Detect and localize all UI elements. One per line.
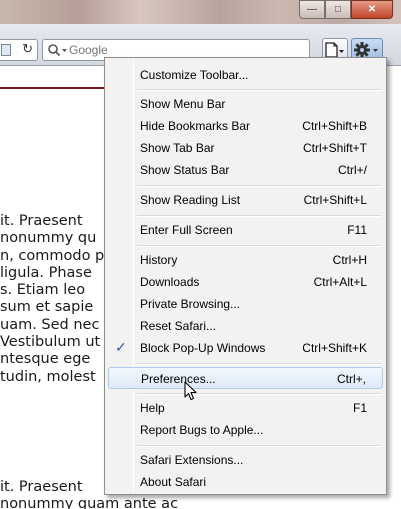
menu-item-label: Enter Full Screen [140,223,233,237]
close-button[interactable]: ✕ [351,0,393,19]
window-titlebar: — □ ✕ [0,0,401,24]
text-line: tudin, molest [0,368,96,385]
menu-item-reset-safari[interactable]: Reset Safari... [108,315,383,337]
menu-item-shortcut: Ctrl+Shift+K [302,341,367,355]
menu-item-shortcut: Ctrl+Shift+L [303,193,367,207]
menu-item-shortcut: Ctrl+H [332,253,367,267]
settings-dropdown-menu: Customize Toolbar... Show Menu Bar Hide … [104,57,387,495]
menu-item-hide-bookmarks-bar[interactable]: Hide Bookmarks Bar Ctrl+Shift+B [108,115,383,137]
menu-separator [137,215,381,217]
reload-icon[interactable]: ↻ [22,41,33,57]
menu-item-label: Show Status Bar [140,163,230,177]
menu-item-customize-toolbar[interactable]: Customize Toolbar... [108,64,383,86]
text-line: it. Praesent [0,213,83,229]
menu-item-shortcut: F1 [352,401,367,415]
menu-item-shortcut: Ctrl+, [336,372,366,386]
menu-item-label: Downloads [140,275,200,289]
menu-item-label: History [140,253,178,267]
menu-item-private-browsing[interactable]: Private Browsing... [108,293,383,315]
text-line: n, commodo p [0,247,105,264]
menu-item-label: Show Reading List [140,193,241,207]
menu-item-label: Hide Bookmarks Bar [140,119,251,133]
menu-item-label: Reset Safari... [140,319,217,333]
menu-item-label: Report Bugs to Apple... [140,423,264,437]
menu-item-label: Safari Extensions... [140,453,244,467]
menu-item-label: Block Pop-Up Windows [140,341,266,355]
menu-item-show-menu-bar[interactable]: Show Menu Bar [108,93,383,115]
text-line: uam. Sed nec [0,316,100,333]
menu-separator [137,445,381,447]
menu-item-preferences[interactable]: Preferences... Ctrl+, [108,367,383,389]
window-controls: — □ ✕ [299,0,393,19]
search-input[interactable] [69,42,299,58]
text-line: nonummy qu [0,230,97,247]
checkmark-icon: ✓ [115,339,127,355]
menu-separator [137,89,381,91]
page-paragraph: it. Praesent nonummy qu n, commodo p lig… [0,213,104,386]
menu-separator [137,245,381,247]
menu-item-history[interactable]: History Ctrl+H [108,249,383,271]
menu-item-report-bugs[interactable]: Report Bugs to Apple... [108,419,383,441]
menu-item-show-status-bar[interactable]: Show Status Bar Ctrl+/ [108,159,383,181]
menu-item-downloads[interactable]: Downloads Ctrl+Alt+L [108,271,383,293]
menu-item-label: Show Menu Bar [140,97,226,111]
menu-item-shortcut: Ctrl+/ [337,163,367,177]
menu-item-safari-extensions[interactable]: Safari Extensions... [108,449,383,471]
menu-item-block-popups[interactable]: ✓ Block Pop-Up Windows Ctrl+Shift+K [108,337,383,359]
menu-item-label: Help [140,401,165,415]
mouse-cursor-icon [184,381,197,401]
page-icon [1,44,11,56]
menu-item-about-safari[interactable]: About Safari [108,471,383,493]
page-icon [325,42,344,58]
magnifier-icon[interactable] [47,43,69,58]
page-header-bar [0,87,104,89]
maximize-button[interactable]: □ [325,0,351,19]
address-bar[interactable]: ↻ [0,39,38,61]
menu-item-label: About Safari [140,475,207,489]
minimize-button[interactable]: — [299,0,325,19]
menu-item-show-reading-list[interactable]: Show Reading List Ctrl+Shift+L [108,189,383,211]
text-line: nonummy quam ante ac [0,496,179,509]
menu-item-shortcut: F11 [347,223,367,237]
menu-item-label: Show Tab Bar [140,141,215,155]
text-line: ligula. Phase [0,264,92,281]
menu-item-show-tab-bar[interactable]: Show Tab Bar Ctrl+Shift+T [108,137,383,159]
menu-item-label: Preferences... [141,372,216,386]
menu-item-shortcut: Ctrl+Alt+L [313,275,367,289]
menu-item-enter-full-screen[interactable]: Enter Full Screen F11 [108,219,383,241]
menu-separator [137,393,381,395]
menu-item-shortcut: Ctrl+Shift+B [302,119,367,133]
menu-separator [137,363,381,365]
menu-item-label: Customize Toolbar... [140,68,249,82]
text-line: Vestibulum ut [0,334,101,351]
menu-item-shortcut: Ctrl+Shift+T [302,141,367,155]
menu-separator [137,185,381,187]
text-line: ntesque ege [0,351,91,368]
text-line: sum et sapie [0,299,94,316]
menu-item-label: Private Browsing... [140,297,241,311]
menu-item-help[interactable]: Help F1 [108,397,383,419]
text-line: s. Etiam leo [0,282,86,299]
